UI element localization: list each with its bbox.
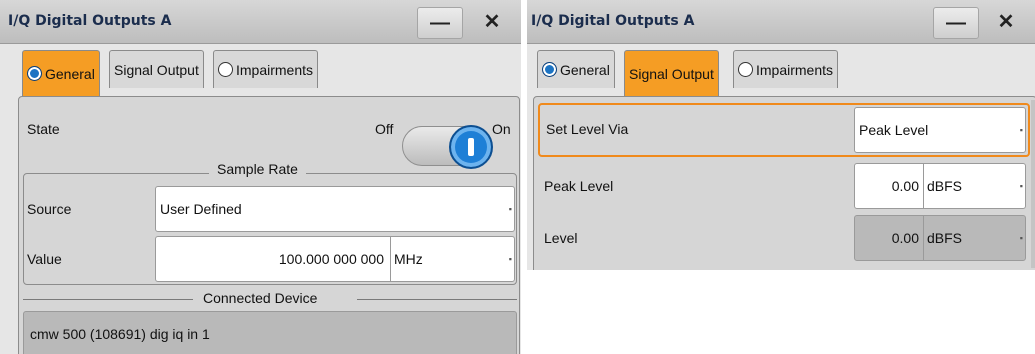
connected-device-field: cmw 500 (108691) dig iq in 1 xyxy=(23,311,517,354)
dropdown-icon: ▪ xyxy=(1019,233,1023,243)
toggle-on-label: On xyxy=(492,121,511,137)
signal-output-panel: Set Level Via Peak Level ▪ Peak Level 0.… xyxy=(533,96,1035,270)
tab-impairments[interactable]: Impairments xyxy=(733,50,839,88)
divider xyxy=(357,299,517,300)
close-button[interactable]: ✕ xyxy=(983,7,1029,39)
radio-off-icon xyxy=(738,62,753,77)
tab-bar: General Signal Output Impairments xyxy=(0,44,521,96)
peak-level-unit[interactable]: dBFS xyxy=(927,178,962,194)
sample-rate-value: 100.000 000 000 xyxy=(278,251,384,267)
tab-label: General xyxy=(45,65,95,82)
unit-divider xyxy=(923,216,924,260)
level-label: Level xyxy=(544,230,578,246)
source-value: User Defined xyxy=(160,201,242,217)
dialog-title: I/Q Digital Outputs A xyxy=(531,13,695,29)
tab-label: Impairments xyxy=(236,61,314,78)
minimize-button[interactable]: — xyxy=(417,7,463,39)
toggle-off-label: Off xyxy=(375,121,394,137)
set-level-via-row[interactable]: Set Level Via Peak Level ▪ xyxy=(538,103,1030,157)
peak-level-value: 0.00 xyxy=(891,178,919,194)
sample-rate-unit[interactable]: MHz xyxy=(394,251,423,267)
state-toggle[interactable] xyxy=(402,125,493,169)
unit-divider xyxy=(923,164,924,208)
dropdown-icon: ▪ xyxy=(1019,181,1023,191)
connected-device-value: cmw 500 (108691) dig iq in 1 xyxy=(30,326,210,342)
sample-rate-value-field[interactable]: 100.000 000 000 MHz ▪ xyxy=(155,236,515,282)
source-label: Source xyxy=(27,201,72,217)
tab-general[interactable]: General xyxy=(22,50,100,96)
dropdown-icon: ▪ xyxy=(508,254,512,264)
tab-signal-output[interactable]: Signal Output xyxy=(624,50,719,96)
tab-label: Signal Output xyxy=(629,65,714,82)
level-field: 0.00 dBFS ▪ xyxy=(854,215,1026,261)
dialog-title: I/Q Digital Outputs A xyxy=(8,13,172,29)
state-label: State xyxy=(27,121,60,137)
radio-off-icon xyxy=(218,62,233,77)
close-button[interactable]: ✕ xyxy=(469,7,515,39)
dropdown-icon: ▪ xyxy=(508,204,512,214)
toggle-knob xyxy=(449,125,493,169)
divider xyxy=(23,299,193,300)
title-bar: I/Q Digital Outputs A — ✕ xyxy=(0,0,521,44)
tab-label: General xyxy=(560,61,610,78)
radio-on-icon xyxy=(542,62,557,77)
peak-level-label: Peak Level xyxy=(544,178,614,194)
dialog-iq-outputs-general: I/Q Digital Outputs A — ✕ General Signal… xyxy=(0,0,521,354)
dialog-iq-outputs-signal-output: I/Q Digital Outputs A — ✕ General Signal… xyxy=(527,0,1035,270)
value-label: Value xyxy=(27,251,62,267)
tab-signal-output[interactable]: Signal Output xyxy=(109,50,204,88)
tab-general[interactable]: General xyxy=(537,50,615,88)
scrollbar[interactable] xyxy=(1031,100,1035,268)
tab-bar: General Signal Output Impairments xyxy=(527,44,1035,96)
source-select[interactable]: User Defined ▪ xyxy=(155,186,515,232)
tab-label: Signal Output xyxy=(114,61,199,78)
level-unit: dBFS xyxy=(927,230,963,246)
set-level-via-select[interactable]: Peak Level ▪ xyxy=(854,107,1026,153)
dropdown-icon: ▪ xyxy=(1019,125,1023,135)
connected-device-title: Connected Device xyxy=(195,290,326,306)
set-level-via-value: Peak Level xyxy=(859,122,929,138)
radio-on-icon xyxy=(27,66,42,81)
title-bar: I/Q Digital Outputs A — ✕ xyxy=(527,0,1035,44)
tab-label: Impairments xyxy=(756,61,834,78)
level-value: 0.00 xyxy=(891,230,919,246)
set-level-via-label: Set Level Via xyxy=(546,121,629,137)
sample-rate-title: Sample Rate xyxy=(209,161,306,177)
peak-level-field[interactable]: 0.00 dBFS ▪ xyxy=(854,163,1026,209)
tab-impairments[interactable]: Impairments xyxy=(213,50,319,88)
minimize-button[interactable]: — xyxy=(933,7,979,39)
unit-divider xyxy=(390,237,391,281)
